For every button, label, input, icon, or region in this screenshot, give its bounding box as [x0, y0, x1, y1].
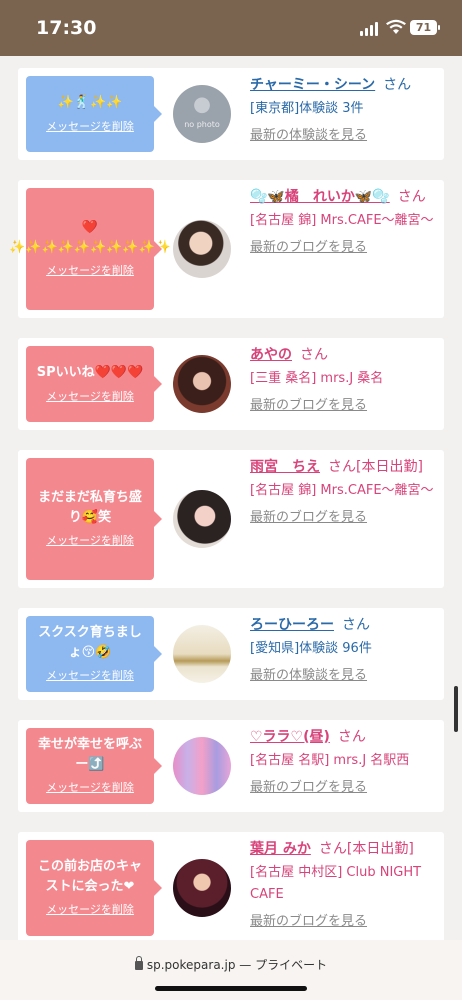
profile-name-link[interactable]: 雨宮 ちえ	[250, 459, 320, 475]
private-mode-label: — プライベート	[239, 958, 328, 972]
shop-info: [名古屋 錦] Mrs.CAFE〜離宮〜	[250, 213, 434, 228]
delete-message-link[interactable]: メッセージを削除	[46, 902, 134, 919]
honorific: さん	[383, 77, 412, 93]
shop-info: [愛知県]体験談 96件	[250, 641, 372, 656]
profile-name-link[interactable]: チャーミー・シーン	[250, 77, 375, 93]
latest-blog-link[interactable]: 最新のブログを見る	[250, 394, 367, 413]
message-text: この前お店のキャストに会った❤︎	[37, 859, 142, 894]
delete-message-link[interactable]: メッセージを削除	[46, 533, 134, 550]
delete-message-link[interactable]: メッセージを削除	[46, 263, 134, 280]
avatar[interactable]	[173, 737, 231, 795]
profile-name-link[interactable]: ろーひーろー	[250, 617, 334, 633]
latest-blog-link[interactable]: 最新のブログを見る	[250, 236, 367, 255]
list-item: ✨🕺✨✨ メッセージを削除 no photo チャーミー・シーン さん [東京都]…	[18, 68, 444, 160]
home-indicator[interactable]	[155, 986, 307, 991]
status-bar: 17:30 71	[0, 0, 462, 56]
delete-message-link[interactable]: メッセージを削除	[46, 668, 134, 685]
honorific: さん	[318, 841, 347, 857]
scrollbar[interactable]	[454, 686, 458, 732]
honorific: さん	[397, 189, 426, 205]
list-item: SPいいね❤️❤️❤️ メッセージを削除 あやの さん [三重 桑名] mrs.J…	[18, 338, 444, 430]
latest-blog-link[interactable]: 最新のブログを見る	[250, 776, 367, 795]
status-time: 17:30	[36, 17, 97, 39]
honorific: さん	[342, 617, 370, 633]
avatar[interactable]	[173, 490, 231, 548]
battery-cap	[438, 25, 440, 30]
shop-info: [名古屋 名駅] mrs.J 名駅西	[250, 753, 410, 768]
profile-name-link[interactable]: 🫧🦋橘 れいか🦋🫧	[250, 189, 390, 205]
battery-indicator: 71	[410, 20, 437, 35]
on-duty-badge: [本日出勤]	[356, 459, 423, 475]
latest-reviews-link[interactable]: 最新の体験談を見る	[250, 664, 367, 683]
latest-reviews-link[interactable]: 最新の体験談を見る	[250, 124, 367, 143]
message-bubble: ✨🕺✨✨ メッセージを削除	[26, 76, 162, 152]
profile-name-link[interactable]: ♡ララ♡(昼)	[250, 729, 330, 745]
message-bubble: SPいいね❤️❤️❤️ メッセージを削除	[26, 346, 162, 422]
message-bubble: この前お店のキャストに会った❤︎ メッセージを削除	[26, 840, 162, 936]
honorific: さん	[337, 729, 366, 745]
profile-name-link[interactable]: あやの	[250, 347, 292, 363]
honorific: さん	[328, 459, 356, 475]
shop-info: [三重 桑名] mrs.J 桑名	[250, 371, 384, 386]
list-item: 幸せが幸せを呼ぶー⤴️ メッセージを削除 ♡ララ♡(昼) さん [名古屋 名駅] …	[18, 720, 444, 812]
shop-info: [東京都]体験談 3件	[250, 101, 364, 116]
message-list[interactable]: ✨🕺✨✨ メッセージを削除 no photo チャーミー・シーン さん [東京都]…	[0, 56, 462, 940]
list-item: スクスク育ちましょ😚🤣 メッセージを削除 ろーひーろー さん [愛知県]体験談 9…	[18, 608, 444, 700]
avatar[interactable]	[173, 220, 231, 278]
message-bubble: ❤️ ✨✨✨✨✨✨✨✨✨✨ メッセージを削除	[9, 188, 171, 310]
browser-address-bar[interactable]: sp.pokepara.jp — プライベート	[0, 940, 462, 1000]
message-text: ✨🕺✨✨	[57, 95, 123, 110]
latest-blog-link[interactable]: 最新のブログを見る	[250, 506, 367, 525]
lock-icon	[134, 956, 143, 970]
shop-info: [名古屋 中村区] Club NIGHT CAFE	[250, 865, 422, 902]
message-bubble: スクスク育ちましょ😚🤣 メッセージを削除	[26, 616, 162, 692]
latest-blog-link[interactable]: 最新のブログを見る	[250, 910, 367, 929]
list-item: この前お店のキャストに会った❤︎ メッセージを削除 葉月 みか さん[本日出勤] …	[18, 832, 444, 940]
no-photo-label: no photo	[184, 120, 220, 129]
honorific: さん	[300, 347, 328, 363]
cellular-signal-icon	[360, 22, 380, 36]
url-text[interactable]: sp.pokepara.jp	[147, 958, 236, 972]
message-text: スクスク育ちましょ😚🤣	[38, 625, 142, 660]
message-text: まだまだ私育ち盛り🥰笑	[38, 490, 142, 525]
delete-message-link[interactable]: メッセージを削除	[46, 389, 134, 406]
shop-info: [名古屋 錦] Mrs.CAFE〜離宮〜	[250, 483, 434, 498]
message-text: ❤️ ✨✨✨✨✨✨✨✨✨✨	[9, 220, 171, 255]
avatar[interactable]	[173, 859, 231, 917]
list-item: ❤️ ✨✨✨✨✨✨✨✨✨✨ メッセージを削除 🫧🦋橘 れいか🦋🫧 さん [名古屋 …	[9, 180, 444, 318]
message-bubble: まだまだ私育ち盛り🥰笑 メッセージを削除	[26, 458, 162, 580]
message-bubble: 幸せが幸せを呼ぶー⤴️ メッセージを削除	[26, 728, 162, 804]
avatar[interactable]	[173, 625, 231, 683]
delete-message-link[interactable]: メッセージを削除	[46, 119, 134, 136]
on-duty-badge: [本日出勤]	[346, 841, 414, 857]
avatar[interactable]: no photo	[173, 85, 231, 143]
wifi-icon	[386, 19, 406, 34]
profile-name-link[interactable]: 葉月 みか	[250, 841, 311, 857]
message-text: 幸せが幸せを呼ぶー⤴️	[37, 737, 142, 772]
avatar[interactable]	[173, 355, 231, 413]
list-item: まだまだ私育ち盛り🥰笑 メッセージを削除 雨宮 ちえ さん[本日出勤] [名古屋 …	[18, 450, 444, 588]
message-text: SPいいね❤️❤️❤️	[36, 365, 144, 380]
delete-message-link[interactable]: メッセージを削除	[46, 780, 134, 797]
